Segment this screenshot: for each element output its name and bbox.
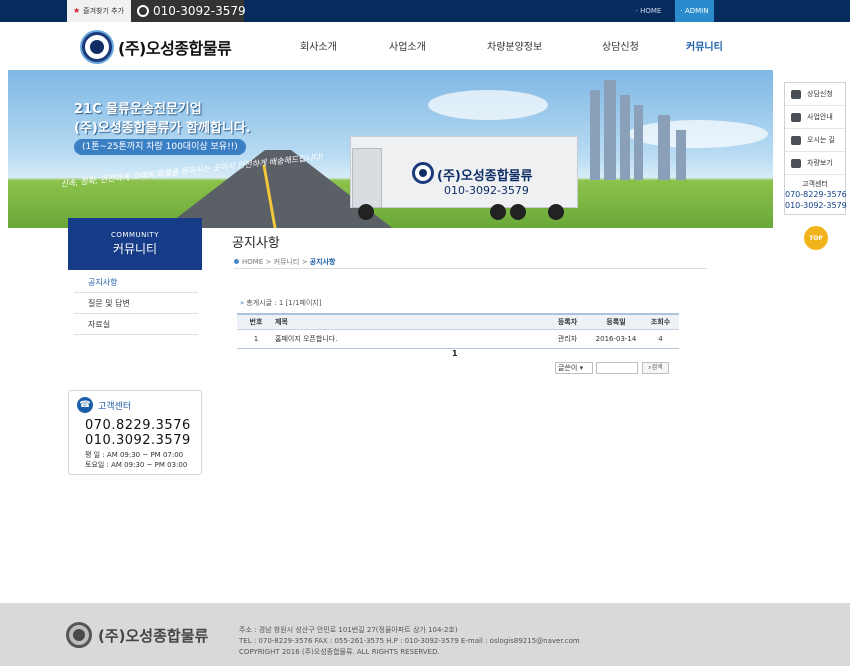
col-number: 번호 bbox=[237, 313, 275, 330]
phone-icon bbox=[137, 5, 149, 17]
logo-emblem-icon bbox=[82, 32, 112, 62]
nav-business[interactable]: 사업소개 bbox=[389, 38, 426, 53]
bookmark-button[interactable]: ★ 즐겨찾기 추가 bbox=[67, 0, 131, 22]
search-button[interactable]: ⌕검색 bbox=[642, 362, 669, 374]
footer-logo-icon bbox=[66, 622, 92, 648]
car-icon bbox=[791, 135, 801, 145]
quick-cs-phone-2: 010-3092-3579 bbox=[785, 201, 847, 210]
nav-consult[interactable]: 상담신청 bbox=[602, 38, 639, 53]
telephone-icon: ☎ bbox=[77, 397, 93, 413]
quick-consult[interactable]: 상담신청 bbox=[785, 83, 845, 106]
table-header-row: 번호 제목 등록자 등록일 조회수 bbox=[237, 313, 679, 330]
row-date: 2016-03-14 bbox=[590, 329, 642, 349]
breadcrumb-current: 공지사항 bbox=[309, 258, 336, 266]
cs-box-title: 고객센터 bbox=[98, 401, 132, 412]
logo-text: (주)오성종합물류 bbox=[118, 39, 232, 58]
col-writer: 등록자 bbox=[545, 313, 590, 330]
quick-directions[interactable]: 오시는 길 bbox=[785, 129, 845, 152]
top-phone-number: 010-3092-3579 bbox=[153, 4, 246, 18]
footer-address: 주소 : 경남 창원시 성산구 안민로 101번길 27(정율아파트 상가 10… bbox=[239, 626, 458, 634]
quick-business[interactable]: 사업안내 bbox=[785, 106, 845, 129]
consult-icon bbox=[791, 89, 801, 99]
page-title: 공지사항 bbox=[232, 236, 280, 251]
truck-phone: 010-3092-3579 bbox=[444, 184, 529, 197]
row-number: 1 bbox=[237, 329, 275, 349]
home-dot-icon bbox=[234, 259, 239, 264]
quick-cs-title: 고객센터 bbox=[802, 180, 828, 188]
sidebar-header: COMMUNITY 커뮤니티 bbox=[68, 218, 202, 270]
top-phone: 010-3092-3579 bbox=[131, 0, 246, 22]
sidebar-item-qna[interactable]: 질문 및 답변 bbox=[74, 293, 198, 314]
banner-headline-2: (주)오성종합물류가 함께합니다. bbox=[74, 121, 251, 136]
search-input[interactable] bbox=[596, 362, 638, 374]
footer-contacts: TEL : 070-8229-3576 FAX : 055-261-3575 H… bbox=[239, 637, 580, 645]
nav-vehicle-sales[interactable]: 차량분양정보 bbox=[487, 38, 542, 53]
cs-box-phone-1: 070.8229.3576 bbox=[85, 418, 191, 433]
truck-icon bbox=[791, 158, 801, 168]
sidebar-item-archive[interactable]: 자료실 bbox=[74, 314, 198, 335]
truck-name: (주)오성종합물류 bbox=[437, 169, 533, 184]
breadcrumb: HOME > 커뮤니티 > 공지사항 bbox=[234, 257, 707, 269]
footer-copyright: COPYRIGHT 2016 (주)오성종합물류. ALL RIGHTS RES… bbox=[239, 648, 440, 656]
star-icon: ★ bbox=[73, 6, 81, 15]
col-date: 등록일 bbox=[590, 313, 642, 330]
notice-table: 번호 제목 등록자 등록일 조회수 1 홈페이지 오픈합니다. 관리자 2016… bbox=[237, 313, 679, 349]
quick-vehicles[interactable]: 차량보기 bbox=[785, 152, 845, 175]
footer-logo: (주)오성종합물류 bbox=[66, 622, 208, 648]
customer-center-box: ☎ 고객센터 070.8229.3576 010.3092.3579 평 일 :… bbox=[68, 390, 202, 475]
truck-cab bbox=[352, 148, 382, 208]
quick-customer-center: 고객센터 070-8229-3576 010-3092-3579 bbox=[785, 175, 847, 214]
table-row[interactable]: 1 홈페이지 오픈합니다. 관리자 2016-03-14 4 bbox=[237, 329, 679, 349]
breadcrumb-home[interactable]: HOME bbox=[242, 258, 263, 266]
post-count: » 총게시글 : 1 [1/1페이지] bbox=[240, 299, 322, 307]
cs-hours-weekday: 평 일 : AM 09:30 ~ PM 07:00 bbox=[85, 451, 184, 459]
sidebar-menu: 공지사항 질문 및 답변 자료실 bbox=[74, 272, 198, 335]
sidebar-title-ko: 커뮤니티 bbox=[112, 242, 158, 256]
sidebar-title-en: COMMUNITY bbox=[111, 231, 159, 239]
row-views: 4 bbox=[642, 329, 679, 349]
nav-community[interactable]: 커뮤니티 bbox=[686, 38, 723, 53]
quick-menu: 상담신청 사업안내 오시는 길 차량보기 고객센터 070-8229-3576 … bbox=[784, 82, 847, 215]
footer-logo-text: (주)오성종합물류 bbox=[98, 626, 209, 645]
admin-link[interactable]: · ADMIN bbox=[675, 0, 714, 22]
page-number[interactable]: 1 bbox=[452, 349, 458, 358]
footer-info: 주소 : 경남 창원시 성산구 안민로 101번길 27(정율아파트 상가 10… bbox=[239, 625, 580, 658]
chevron-down-icon: ▾ bbox=[579, 364, 584, 372]
col-views: 조회수 bbox=[642, 313, 679, 330]
cs-hours-saturday: 토요일 : AM 09:30 ~ PM 03:00 bbox=[85, 461, 188, 469]
nav-company[interactable]: 회사소개 bbox=[300, 38, 337, 53]
banner-headline-1: 21C 물류운송전문기업 bbox=[74, 102, 202, 117]
scroll-top-button[interactable]: TOP bbox=[804, 226, 828, 250]
cs-box-phone-2: 010.3092.3579 bbox=[85, 433, 191, 448]
row-writer: 관리자 bbox=[545, 329, 590, 349]
site-logo[interactable]: (주)오성종합물류 bbox=[82, 31, 232, 63]
col-title: 제목 bbox=[275, 313, 545, 330]
banner-badge: (1톤~25톤까지 차량 100대이상 보유!!) bbox=[74, 139, 246, 155]
quick-cs-phone-1: 070-8229-3576 bbox=[785, 190, 847, 199]
sidebar-item-notice[interactable]: 공지사항 bbox=[74, 272, 198, 293]
search-field-select[interactable]: 글쓴이 ▾ bbox=[555, 362, 593, 374]
document-icon bbox=[791, 112, 801, 122]
breadcrumb-community[interactable]: 커뮤니티 bbox=[274, 258, 300, 266]
truck-logo-icon bbox=[412, 162, 434, 184]
home-link[interactable]: · HOME bbox=[622, 0, 675, 22]
row-title-link[interactable]: 홈페이지 오픈합니다. bbox=[275, 329, 545, 349]
bookmark-label: 즐겨찾기 추가 bbox=[83, 7, 125, 15]
double-arrow-icon: » bbox=[240, 299, 245, 307]
